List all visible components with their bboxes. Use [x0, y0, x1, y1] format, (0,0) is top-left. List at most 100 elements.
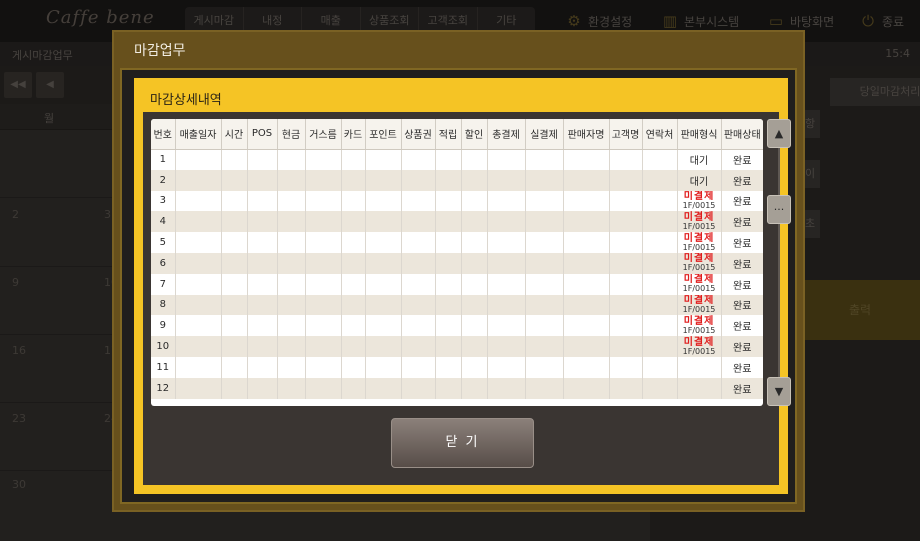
table-cell — [365, 211, 402, 233]
table-cell — [401, 336, 436, 357]
table-cell — [461, 190, 488, 212]
table-row[interactable]: 1 대기 완료 — [151, 149, 763, 170]
table-row[interactable]: 9 미결제 1F/0015 완료 — [151, 315, 763, 337]
table-cell — [341, 273, 366, 295]
table-cell — [277, 336, 306, 357]
column-header: 할인 — [461, 119, 488, 150]
column-header: 적립 — [435, 119, 462, 150]
unpaid-label: 미결제 — [683, 232, 715, 244]
scroll-thumb-icon[interactable]: ··· — [767, 195, 791, 224]
table-cell — [609, 232, 643, 253]
table-cell — [365, 232, 402, 253]
closing-task-modal: 마감업무 마감상세내역 번호 매출일자 시간 POS 현금 거스름 카드 포인트… — [112, 30, 805, 512]
sale-type-cell: 미결제 1F/0015 — [677, 190, 722, 212]
table-cell — [563, 252, 610, 274]
table-cell — [525, 336, 564, 357]
table-cell — [221, 190, 248, 212]
table-cell — [175, 356, 222, 378]
table-row[interactable]: 5 미결제 1F/0015 완료 — [151, 232, 763, 253]
table-row[interactable]: 11 완료 — [151, 356, 763, 378]
table-cell — [175, 211, 222, 233]
close-button[interactable]: 닫 기 — [391, 418, 534, 468]
table-cell — [461, 294, 488, 316]
table-cell — [305, 169, 342, 191]
sale-status-cell: 완료 — [721, 294, 763, 316]
scroll-track[interactable] — [778, 148, 780, 377]
table-cell — [305, 211, 342, 233]
column-header: 실결제 — [525, 119, 564, 150]
table-cell — [247, 232, 278, 253]
row-number: 7 — [151, 273, 176, 295]
row-number: 8 — [151, 294, 176, 316]
table-cell — [277, 377, 306, 399]
table-cell — [642, 377, 678, 399]
table-cell — [487, 169, 526, 191]
row-number: 12 — [151, 377, 176, 399]
unpaid-label: 미결제 — [683, 336, 715, 348]
sale-status-cell: 완료 — [721, 190, 763, 212]
table-cell — [525, 149, 564, 170]
unpaid-label: 미결제 — [683, 294, 715, 306]
table-cell — [609, 149, 643, 170]
table-cell — [365, 315, 402, 337]
scroll-down-icon[interactable]: ▼ — [767, 377, 791, 406]
table-cell — [525, 273, 564, 295]
table-cell — [247, 190, 278, 212]
table-cell — [401, 211, 436, 233]
table-cell — [305, 315, 342, 337]
table-cell — [642, 315, 678, 337]
sale-status-cell: 완료 — [721, 336, 763, 357]
table-row[interactable]: 7 미결제 1F/0015 완료 — [151, 273, 763, 295]
table-cell — [525, 211, 564, 233]
table-row[interactable]: 4 미결제 1F/0015 완료 — [151, 211, 763, 233]
table-cell — [435, 315, 462, 337]
table-ref-label: 1F/0015 — [682, 304, 716, 314]
column-header: 번호 — [151, 119, 176, 150]
panel-body: 번호 매출일자 시간 POS 현금 거스름 카드 포인트 상품권 적립 할인 총결제 실결제 판매자명 고객… — [143, 112, 791, 485]
table-row[interactable]: 2 대기 완료 — [151, 169, 763, 191]
detail-panel: 마감상세내역 번호 매출일자 시간 POS 현금 거스름 카드 포인트 상품권 적립 할인 총결제 실결… — [134, 78, 791, 494]
table-cell — [609, 169, 643, 191]
sale-type-cell: 미결제 1F/0015 — [677, 273, 722, 295]
table-cell — [461, 149, 488, 170]
table-cell — [341, 377, 366, 399]
table-cell — [175, 377, 222, 399]
row-number: 9 — [151, 315, 176, 337]
table-cell — [609, 294, 643, 316]
table-cell — [435, 273, 462, 295]
table-ref-label: 1F/0015 — [682, 242, 716, 252]
table-cell — [247, 315, 278, 337]
table-cell — [365, 377, 402, 399]
table-row[interactable]: 12 완료 — [151, 377, 763, 399]
table-ref-label: 1F/0015 — [682, 346, 716, 356]
table-scrollbar[interactable]: ▲ ··· ▼ — [767, 119, 791, 406]
scroll-up-icon[interactable]: ▲ — [767, 119, 791, 148]
table-cell — [277, 356, 306, 378]
table-row[interactable]: 10 미결제 1F/0015 완료 — [151, 336, 763, 357]
table-cell — [461, 169, 488, 191]
table-row[interactable]: 6 미결제 1F/0015 완료 — [151, 252, 763, 274]
table-cell — [365, 149, 402, 170]
table-cell — [247, 356, 278, 378]
table-cell — [435, 336, 462, 357]
table-ref-label: 1F/0015 — [682, 263, 716, 273]
sale-type-cell: 미결제 1F/0015 — [677, 315, 722, 337]
table-cell — [642, 336, 678, 357]
sale-status-cell: 완료 — [721, 377, 763, 399]
table-cell — [563, 294, 610, 316]
table-row[interactable]: 8 미결제 1F/0015 완료 — [151, 294, 763, 316]
row-number: 1 — [151, 149, 176, 170]
unpaid-label: 미결제 — [683, 190, 715, 202]
table-cell — [525, 252, 564, 274]
table-cell — [525, 169, 564, 191]
table-cell — [609, 273, 643, 295]
column-header: 현금 — [277, 119, 306, 150]
table-cell — [435, 232, 462, 253]
table-cell — [461, 211, 488, 233]
unpaid-label: 미결제 — [683, 253, 715, 265]
table-cell — [401, 273, 436, 295]
table-cell — [277, 252, 306, 274]
table-row[interactable]: 3 미결제 1F/0015 완료 — [151, 190, 763, 212]
column-header: 카드 — [341, 119, 366, 150]
table-ref-label: 1F/0015 — [682, 284, 716, 294]
